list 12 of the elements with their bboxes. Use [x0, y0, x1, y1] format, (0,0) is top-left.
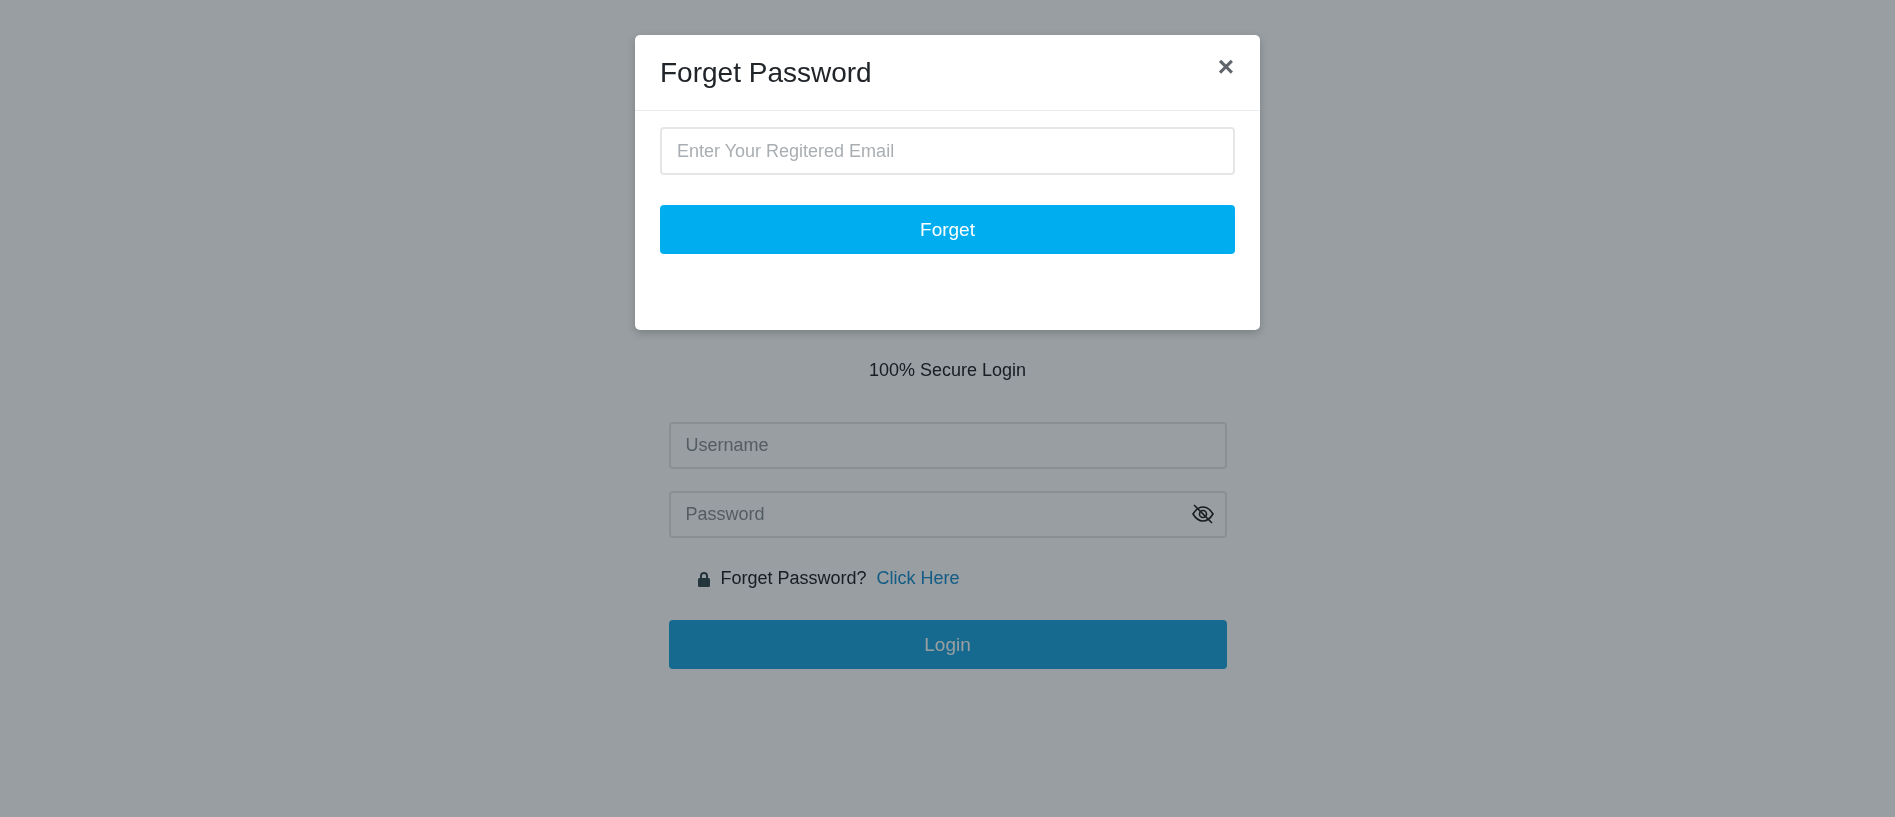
- lock-icon: [696, 570, 711, 587]
- password-field[interactable]: Password: [668, 491, 1227, 538]
- subtitle: 100% Secure Login: [868, 360, 1027, 381]
- click-here-link[interactable]: Click Here: [876, 568, 960, 589]
- forgot-text: Forget Password?: [720, 568, 867, 589]
- email-field[interactable]: Enter Your Regitered Email: [660, 127, 1235, 175]
- eye-slash-icon[interactable]: [1190, 502, 1215, 526]
- forget-button[interactable]: Forget: [660, 205, 1235, 254]
- login-button[interactable]: Login: [668, 620, 1227, 669]
- dialog-title: Forget Password: [660, 56, 872, 89]
- username-field[interactable]: Username: [668, 422, 1227, 469]
- close-button[interactable]: ×: [1217, 50, 1234, 83]
